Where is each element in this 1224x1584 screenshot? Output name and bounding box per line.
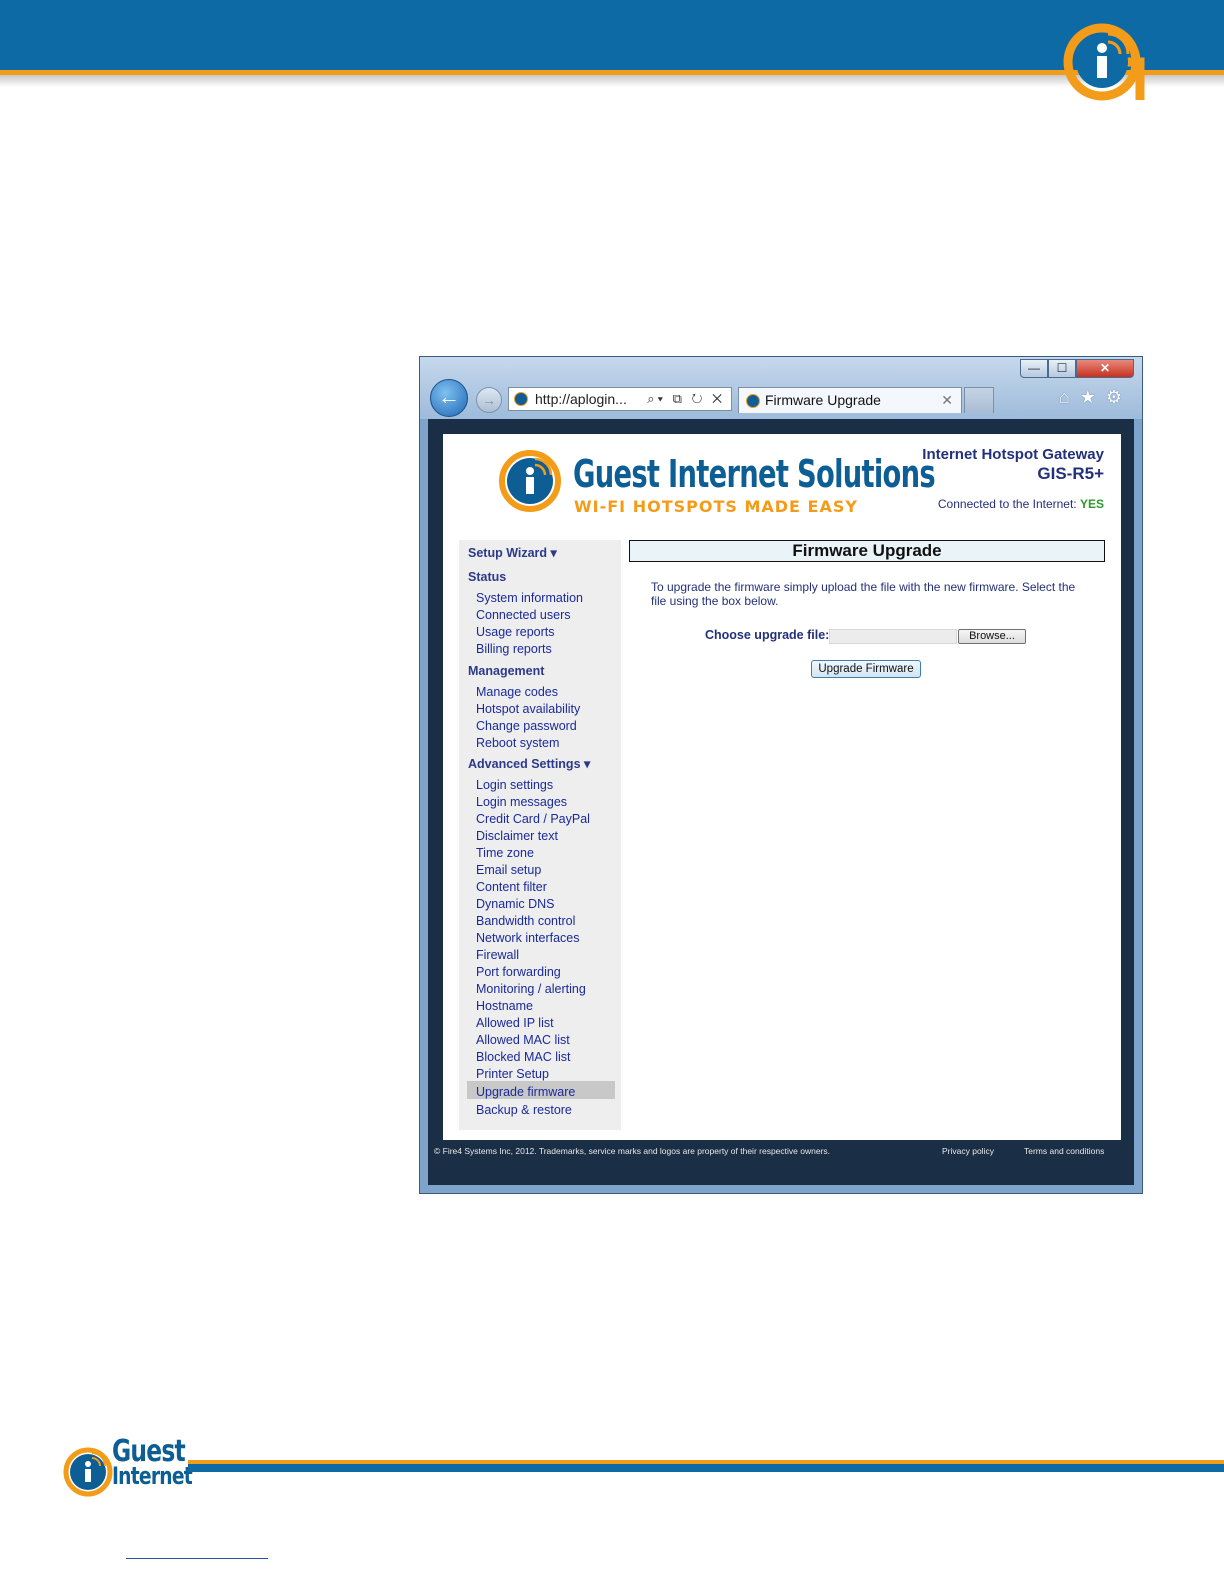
sidebar-item-blocked-mac-list[interactable]: Blocked MAC list	[476, 1050, 570, 1064]
tab-favicon-icon	[746, 394, 760, 408]
footer-logo-icon	[63, 1447, 113, 1497]
sidebar-item-change-password[interactable]: Change password	[476, 719, 577, 733]
privacy-policy-link[interactable]: Privacy policy	[942, 1146, 994, 1156]
sidebar-item-port-forwarding[interactable]: Port forwarding	[476, 965, 561, 979]
footer-logo-line1: Guest	[112, 1434, 186, 1469]
minimize-button[interactable]: —	[1020, 359, 1048, 378]
sidebar-item-disclaimer-text[interactable]: Disclaimer text	[476, 829, 558, 843]
sidebar-heading-status[interactable]: Status	[468, 570, 506, 584]
sidebar-heading-advanced-settings[interactable]: Advanced Settings ▾	[468, 756, 590, 771]
site-brand-name: Guest Internet Solutions	[573, 452, 936, 496]
sidebar-item-billing-reports[interactable]: Billing reports	[476, 642, 552, 656]
sidebar-item-credit-card-paypal[interactable]: Credit Card / PayPal	[476, 812, 590, 826]
sidebar-item-email-setup[interactable]: Email setup	[476, 863, 541, 877]
sidebar-item-allowed-ip-list[interactable]: Allowed IP list	[476, 1016, 554, 1030]
admin-page: Guest Internet Solutions WI-FI HOTSPOTS …	[443, 434, 1121, 1140]
footer-stripe-blue	[188, 1464, 1224, 1472]
sidebar-item-printer-setup[interactable]: Printer Setup	[476, 1067, 549, 1081]
copyright-text: © Fire4 Systems Inc, 2012. Trademarks, s…	[434, 1146, 831, 1156]
connection-label: Connected to the Internet:	[937, 497, 1077, 511]
browse-button[interactable]: Browse...	[958, 629, 1026, 644]
site-favicon-icon	[514, 392, 528, 406]
sidebar-item-upgrade-firmware[interactable]: Upgrade firmware	[476, 1085, 575, 1099]
sidebar-item-content-filter[interactable]: Content filter	[476, 880, 547, 894]
site-tagline: WI-FI HOTSPOTS MADE EASY	[574, 497, 858, 516]
browser-chrome: — ☐ ✕ ← → http://aplogin... ⌕▾ ⧉ ↻ ✕ Fir…	[420, 357, 1142, 419]
sidebar-item-reboot-system[interactable]: Reboot system	[476, 736, 559, 750]
sidebar-item-dynamic-dns[interactable]: Dynamic DNS	[476, 897, 555, 911]
sidebar-item-hotspot-availability[interactable]: Hotspot availability	[476, 702, 580, 716]
guest-internet-logo-icon	[1063, 23, 1145, 101]
sidebar-item-login-messages[interactable]: Login messages	[476, 795, 567, 809]
address-bar[interactable]: http://aplogin... ⌕▾ ⧉ ↻ ✕	[508, 387, 732, 411]
footer-link-underline[interactable]	[126, 1558, 268, 1559]
site-logo-icon	[499, 450, 561, 512]
sidebar-item-system-information[interactable]: System information	[476, 591, 583, 605]
terms-link[interactable]: Terms and conditions	[1024, 1146, 1104, 1156]
address-tools[interactable]: ⌕▾ ⧉ ↻ ✕	[647, 388, 725, 410]
sidebar-item-hostname[interactable]: Hostname	[476, 999, 533, 1013]
sidebar-item-allowed-mac-list[interactable]: Allowed MAC list	[476, 1033, 570, 1047]
window-controls: — ☐ ✕	[1020, 359, 1140, 379]
intro-text: To upgrade the firmware simply upload th…	[651, 580, 1076, 608]
maximize-button[interactable]: ☐	[1048, 359, 1076, 378]
sidebar-item-monitoring-alerting[interactable]: Monitoring / alerting	[476, 982, 586, 996]
document-header-bar	[0, 0, 1224, 70]
sidebar-item-time-zone[interactable]: Time zone	[476, 846, 534, 860]
tab-close-icon[interactable]: ✕	[941, 388, 953, 412]
sidebar-item-network-interfaces[interactable]: Network interfaces	[476, 931, 580, 945]
document-header-shadow	[0, 75, 1224, 87]
browser-window: — ☐ ✕ ← → http://aplogin... ⌕▾ ⧉ ↻ ✕ Fir…	[419, 356, 1143, 1194]
sidebar-setup-wizard[interactable]: Setup Wizard ▾	[468, 545, 557, 560]
sidebar-item-login-settings[interactable]: Login settings	[476, 778, 553, 792]
new-tab-button[interactable]	[964, 387, 994, 413]
upgrade-firmware-button[interactable]: Upgrade Firmware	[811, 660, 921, 678]
forward-arrow-icon[interactable]: →	[476, 387, 502, 413]
upgrade-file-input[interactable]	[829, 629, 957, 644]
footer-logo-line2: Internet	[112, 1462, 193, 1490]
sidebar-item-connected-users[interactable]: Connected users	[476, 608, 571, 622]
sidebar-item-backup-restore[interactable]: Backup & restore	[476, 1103, 572, 1117]
connection-status: Connected to the Internet: YES	[938, 497, 1104, 511]
footer-logo-text: Guest Internet	[112, 1434, 193, 1490]
sidebar-item-bandwidth-control[interactable]: Bandwidth control	[476, 914, 575, 928]
sidebar-heading-management[interactable]: Management	[468, 664, 544, 678]
connection-value: YES	[1079, 497, 1104, 511]
page-footer: © Fire4 Systems Inc, 2012. Trademarks, s…	[428, 1140, 1134, 1185]
back-arrow-icon[interactable]: ←	[430, 379, 468, 417]
product-name: Internet Hotspot Gateway	[922, 446, 1104, 463]
upload-file-label: Choose upgrade file:	[705, 628, 830, 642]
page-title: Firmware Upgrade	[629, 540, 1105, 562]
sidebar-item-usage-reports[interactable]: Usage reports	[476, 625, 555, 639]
sidebar-item-firewall[interactable]: Firewall	[476, 948, 519, 962]
product-model: GIS-R5+	[1037, 464, 1104, 483]
tab-title: Firmware Upgrade	[765, 392, 881, 408]
sidebar-nav: Setup Wizard ▾ Status System information…	[459, 540, 621, 1130]
sidebar-item-manage-codes[interactable]: Manage codes	[476, 685, 558, 699]
close-window-button[interactable]: ✕	[1076, 359, 1134, 378]
address-text: http://aplogin...	[535, 391, 627, 407]
tab-firmware-upgrade[interactable]: Firmware Upgrade ✕	[738, 387, 962, 413]
browser-viewport: Guest Internet Solutions WI-FI HOTSPOTS …	[428, 419, 1134, 1185]
browser-toolbar-icons[interactable]: ⌂★⚙	[1059, 387, 1132, 408]
